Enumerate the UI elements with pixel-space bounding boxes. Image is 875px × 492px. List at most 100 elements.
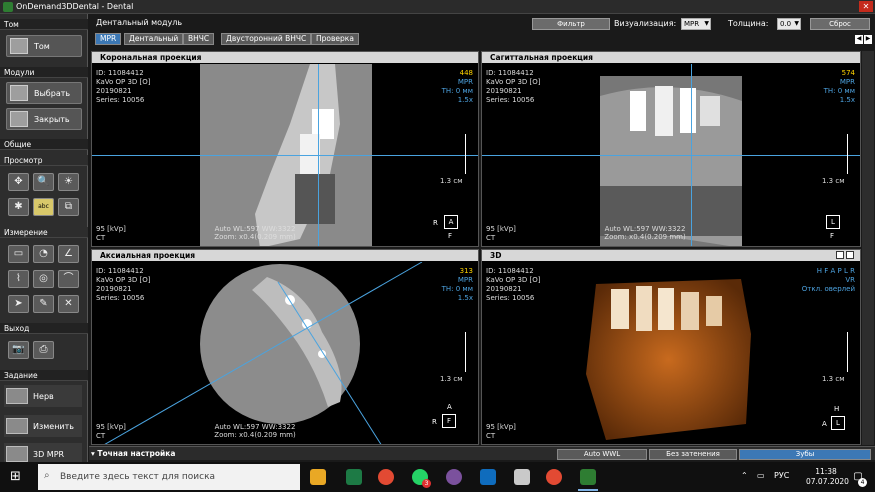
view-title: Сагиттальная проекция: [482, 52, 860, 63]
pan-icon[interactable]: ✥: [8, 173, 29, 191]
orient-bottom-label: F: [448, 232, 453, 240]
scale-bar: [465, 134, 466, 174]
view-title: 3D: [482, 250, 860, 261]
window-title: OnDemand3DDental - Dental: [16, 2, 134, 11]
sagittal-view[interactable]: Сагиттальная проекция ID: 11084412 KaVo …: [481, 51, 861, 247]
chrome-icon[interactable]: [378, 469, 394, 485]
notification-badge: 4: [858, 478, 867, 487]
close-window-button[interactable]: ✕: [859, 1, 873, 12]
print-icon[interactable]: ⎙: [33, 341, 54, 359]
area-icon[interactable]: ◔: [33, 245, 54, 263]
network-icon[interactable]: ▭: [757, 471, 765, 480]
modality-label: CT: [486, 432, 496, 440]
close-module-button[interactable]: Закрыть: [6, 108, 82, 130]
patient-info: ID: 11084412 KaVo OP 3D [O] 20190821 Ser…: [96, 69, 151, 104]
orientation-cube: F: [442, 414, 456, 428]
thickness-select[interactable]: 0.0 ▼: [777, 18, 801, 30]
modality-label: CT: [96, 432, 106, 440]
crosshair-v: [318, 64, 319, 246]
3d-render-image: [586, 279, 751, 440]
app-icon: [3, 2, 13, 12]
rotate-icon[interactable]: ✱: [8, 198, 29, 216]
task-edit[interactable]: Изменить: [4, 415, 82, 437]
scale-label: 1.3 см: [822, 375, 845, 383]
window-level-info: Auto WL:597 WW:3322 Zoom: x0.4(0.209 mm): [214, 423, 296, 439]
delete-icon[interactable]: ✕: [58, 295, 79, 313]
coronal-view[interactable]: Корональная проекция ID: 11084412 KaVo O…: [91, 51, 479, 247]
modality-label: CT: [486, 234, 496, 242]
view-title: Корональная проекция: [92, 52, 478, 63]
abc-icon[interactable]: abc: [33, 198, 54, 216]
brightness-icon[interactable]: ☀: [58, 173, 79, 191]
scale-label: 1.3 см: [440, 177, 463, 185]
file-explorer-icon[interactable]: [310, 469, 326, 485]
search-icon: ⌕: [44, 470, 50, 481]
window-titlebar: OnDemand3DDental - Dental ✕: [0, 0, 875, 14]
maximize-icon[interactable]: [846, 251, 854, 259]
profile-icon[interactable]: ⌒: [58, 270, 79, 288]
camera-icon[interactable]: 📷: [8, 341, 29, 359]
pointer-icon[interactable]: ➤: [8, 295, 29, 313]
active-app-indicator: [578, 489, 598, 491]
polyline-icon[interactable]: ⌇: [8, 270, 29, 288]
3d-view[interactable]: 3D ID: 11084412 KaVo OP 3D [O] 20190821 …: [481, 249, 861, 445]
layout-icon[interactable]: [836, 251, 844, 259]
tab-check[interactable]: Проверка: [311, 33, 359, 45]
crosshair-h: [92, 155, 478, 156]
orient-top-label: H: [834, 405, 840, 413]
circle-icon[interactable]: ◎: [33, 270, 54, 288]
kvp-label: 95 [kVp]: [486, 423, 516, 431]
tray-chevron-icon[interactable]: ⌃: [741, 471, 748, 480]
clock[interactable]: 11:38 07.07.2020: [806, 467, 849, 487]
tab-bilateral-tmj[interactable]: Двусторонний ВНЧС: [221, 33, 312, 45]
axial-view[interactable]: Аксиальная проекция ID: 11084412 KaVo OP…: [91, 249, 479, 445]
scale-bar: [465, 332, 466, 372]
no-shading-button[interactable]: Без затенения: [649, 449, 737, 460]
windows-start-icon[interactable]: ⊞: [10, 470, 24, 484]
prev-arrow-icon[interactable]: ◀: [855, 35, 863, 44]
window-level-info: Auto WL:597 WW:3322 Zoom: x0.4(0.209 mm): [214, 225, 296, 241]
tab-dental[interactable]: Дентальный: [124, 33, 184, 45]
orient-left-label: R: [433, 219, 438, 227]
reset-button[interactable]: Сброс: [810, 18, 870, 30]
orient-top-label: A: [447, 403, 452, 411]
tom-button[interactable]: Том: [6, 35, 82, 57]
filter-button[interactable]: Фильтр: [532, 18, 610, 30]
taskbar-search[interactable]: Введите здесь текст для поиска: [38, 464, 300, 490]
language-indicator[interactable]: РУС: [774, 471, 789, 480]
select-module-button[interactable]: Выбрать: [6, 82, 82, 104]
patient-info: ID: 11084412 KaVo OP 3D [O] 20190821 Ser…: [96, 267, 151, 302]
task-nerve[interactable]: Нерв: [4, 385, 82, 407]
auto-wwl-button[interactable]: Auto WWL: [557, 449, 647, 460]
tab-mpr[interactable]: MPR: [95, 33, 122, 45]
excel-icon[interactable]: [346, 469, 362, 485]
teeth-select[interactable]: Зубы: [739, 449, 871, 460]
volume-icon: [10, 38, 28, 54]
orient-bottom-label: F: [830, 232, 835, 240]
view-params: 574 MPR TH: 0 мм 1.5x: [823, 69, 855, 104]
copy-icon[interactable]: ⧉: [58, 198, 79, 216]
tab-tmj[interactable]: ВНЧС: [183, 33, 215, 45]
pen-icon[interactable]: ✎: [33, 295, 54, 313]
orientation-cube: L: [831, 416, 845, 430]
calculator-icon[interactable]: [514, 469, 530, 485]
section-tom: Том: [0, 19, 88, 30]
module-header: Дентальный модуль Фильтр Визуализация: M…: [94, 16, 874, 32]
angle-icon[interactable]: ∠: [58, 245, 79, 263]
view-params: 448 MPR TH: 0 мм 1.5x: [441, 69, 473, 104]
fine-tune-label[interactable]: ▾ Точная настройка: [91, 449, 175, 458]
visualization-select[interactable]: MPR ▼: [681, 18, 711, 30]
chrome-profile-icon[interactable]: [546, 469, 562, 485]
next-arrow-icon[interactable]: ▶: [864, 35, 872, 44]
scale-label: 1.3 см: [440, 375, 463, 383]
ondemand3d-icon[interactable]: [580, 469, 596, 485]
chevron-down-icon: ▼: [794, 20, 799, 27]
sagittal-image: [600, 76, 742, 246]
visualization-label: Визуализация:: [614, 19, 677, 28]
right-scrollbar[interactable]: [862, 51, 874, 445]
ruler-icon[interactable]: ▭: [8, 245, 29, 263]
zoom-icon[interactable]: 🔍: [33, 173, 54, 191]
outlook-icon[interactable]: [480, 469, 496, 485]
thickness-label: Толщина:: [728, 19, 769, 28]
viber-icon[interactable]: [446, 469, 462, 485]
